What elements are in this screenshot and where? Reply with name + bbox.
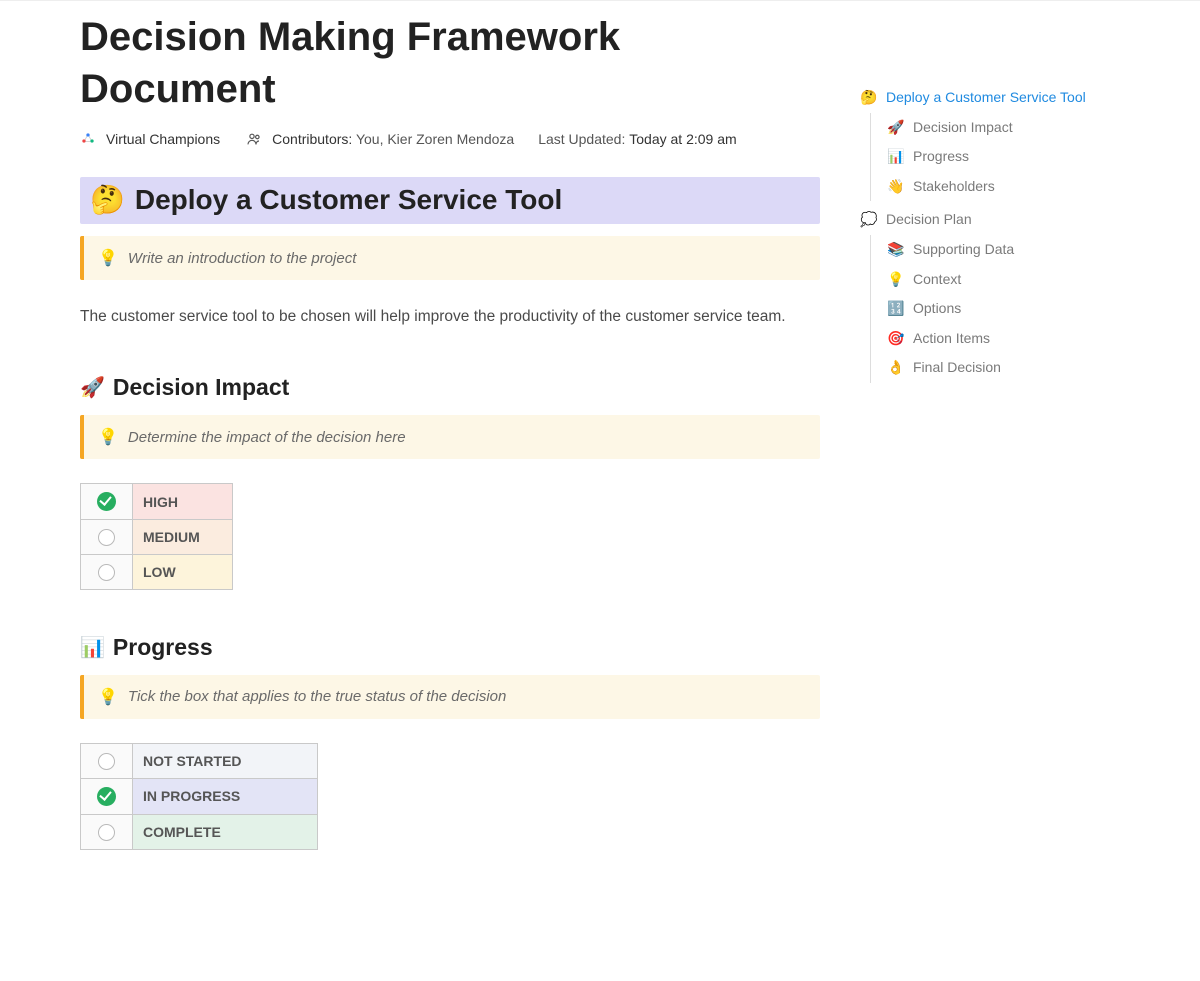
bulb-icon: 💡 — [98, 687, 118, 707]
toc-label: Decision Plan — [886, 210, 972, 230]
toc-sub-item[interactable]: 📚 Supporting Data — [887, 235, 1140, 265]
rocket-icon: 🚀 — [80, 375, 105, 400]
project-banner: 🤔 Deploy a Customer Service Tool — [80, 177, 820, 224]
toc-label: Stakeholders — [913, 177, 995, 197]
progress-checkbox[interactable] — [81, 778, 133, 814]
impact-table: HIGHMEDIUMLOW — [80, 483, 233, 590]
team-name[interactable]: Virtual Champions — [106, 131, 220, 147]
toc-emoji-icon: 🚀 — [887, 118, 905, 138]
toc-root-item[interactable]: 💭 Decision Plan — [860, 205, 1140, 235]
toc-sub-item[interactable]: 🚀 Decision Impact — [887, 113, 1140, 143]
table-row: COMPLETE — [81, 814, 318, 849]
toc-label: Action Items — [913, 329, 990, 349]
radio-icon[interactable] — [98, 753, 115, 770]
contributors-label: Contributors: — [272, 131, 352, 147]
impact-heading: 🚀 Decision Impact — [80, 374, 820, 401]
thinking-emoji-icon: 🤔 — [90, 183, 125, 216]
toc-emoji-icon: 👋 — [887, 177, 905, 197]
toc-sub-item[interactable]: 👌 Final Decision — [887, 353, 1140, 383]
impact-callout: 💡 Determine the impact of the decision h… — [80, 415, 820, 459]
table-row: MEDIUM — [81, 520, 233, 555]
progress-heading: 📊 Progress — [80, 634, 820, 661]
contributors-value[interactable]: You, Kier Zoren Mendoza — [356, 131, 514, 147]
radio-icon[interactable] — [98, 529, 115, 546]
toc-label: Context — [913, 270, 961, 290]
toc-sub-item[interactable]: 💡 Context — [887, 265, 1140, 295]
toc-emoji-icon: 💡 — [887, 270, 905, 290]
toc-emoji-icon: 📊 — [887, 147, 905, 167]
meta-row: Virtual Champions Contributors: You, Kie… — [80, 131, 820, 147]
project-description[interactable]: The customer service tool to be chosen w… — [80, 304, 820, 330]
toc-emoji-icon: 👌 — [887, 358, 905, 378]
impact-title: Decision Impact — [113, 374, 289, 401]
toc-sub-item[interactable]: 🔢 Options — [887, 294, 1140, 324]
impact-tip: Determine the impact of the decision her… — [128, 429, 406, 446]
chart-icon: 📊 — [80, 635, 105, 660]
toc-label: Deploy a Customer Service Tool — [886, 88, 1086, 108]
checkmark-icon[interactable] — [97, 787, 116, 806]
radio-icon[interactable] — [98, 564, 115, 581]
impact-checkbox[interactable] — [81, 520, 133, 555]
impact-option-label: HIGH — [133, 484, 233, 520]
table-row: HIGH — [81, 484, 233, 520]
toc-sub-item[interactable]: 📊 Progress — [887, 142, 1140, 172]
progress-table: NOT STARTEDIN PROGRESSCOMPLETE — [80, 743, 318, 850]
contributors-icon — [246, 131, 262, 147]
toc-sidebar: 🤔 Deploy a Customer Service Tool 🚀 Decision… — [840, 11, 1140, 894]
progress-checkbox[interactable] — [81, 814, 133, 849]
table-row: NOT STARTED — [81, 743, 318, 778]
progress-tip: Tick the box that applies to the true st… — [128, 688, 506, 705]
toc-label: Progress — [913, 147, 969, 167]
table-row: LOW — [81, 555, 233, 590]
toc-root-item[interactable]: 🤔 Deploy a Customer Service Tool — [860, 83, 1140, 113]
progress-option-label: IN PROGRESS — [133, 778, 318, 814]
checkmark-icon[interactable] — [97, 492, 116, 511]
intro-callout: 💡 Write an introduction to the project — [80, 236, 820, 280]
toc-emoji-icon: 🔢 — [887, 299, 905, 319]
updated-label: Last Updated: — [538, 131, 625, 147]
main-content: Decision Making Framework Document Virtu… — [80, 11, 840, 894]
progress-title: Progress — [113, 634, 213, 661]
toc-sub-item[interactable]: 🎯 Action Items — [887, 324, 1140, 354]
impact-checkbox[interactable] — [81, 555, 133, 590]
toc-emoji-icon: 📚 — [887, 240, 905, 260]
impact-checkbox[interactable] — [81, 484, 133, 520]
radio-icon[interactable] — [98, 824, 115, 841]
updated-value: Today at 2:09 am — [629, 131, 736, 147]
progress-callout: 💡 Tick the box that applies to the true … — [80, 675, 820, 719]
toc-label: Supporting Data — [913, 240, 1014, 260]
toc-sub-item[interactable]: 👋 Stakeholders — [887, 172, 1140, 202]
toc-label: Options — [913, 299, 961, 319]
impact-option-label: MEDIUM — [133, 520, 233, 555]
toc-emoji-icon: 🎯 — [887, 329, 905, 349]
progress-option-label: NOT STARTED — [133, 743, 318, 778]
bulb-icon: 💡 — [98, 427, 118, 447]
team-icon — [80, 131, 96, 147]
intro-tip: Write an introduction to the project — [128, 250, 356, 267]
impact-option-label: LOW — [133, 555, 233, 590]
project-title: Deploy a Customer Service Tool — [135, 184, 562, 216]
toc-label: Final Decision — [913, 358, 1001, 378]
toc-label: Decision Impact — [913, 118, 1013, 138]
table-row: IN PROGRESS — [81, 778, 318, 814]
progress-option-label: COMPLETE — [133, 814, 318, 849]
progress-checkbox[interactable] — [81, 743, 133, 778]
toc-emoji-icon: 💭 — [860, 210, 878, 230]
bulb-icon: 💡 — [98, 248, 118, 268]
page-title: Decision Making Framework Document — [80, 11, 820, 115]
toc-emoji-icon: 🤔 — [860, 88, 878, 108]
